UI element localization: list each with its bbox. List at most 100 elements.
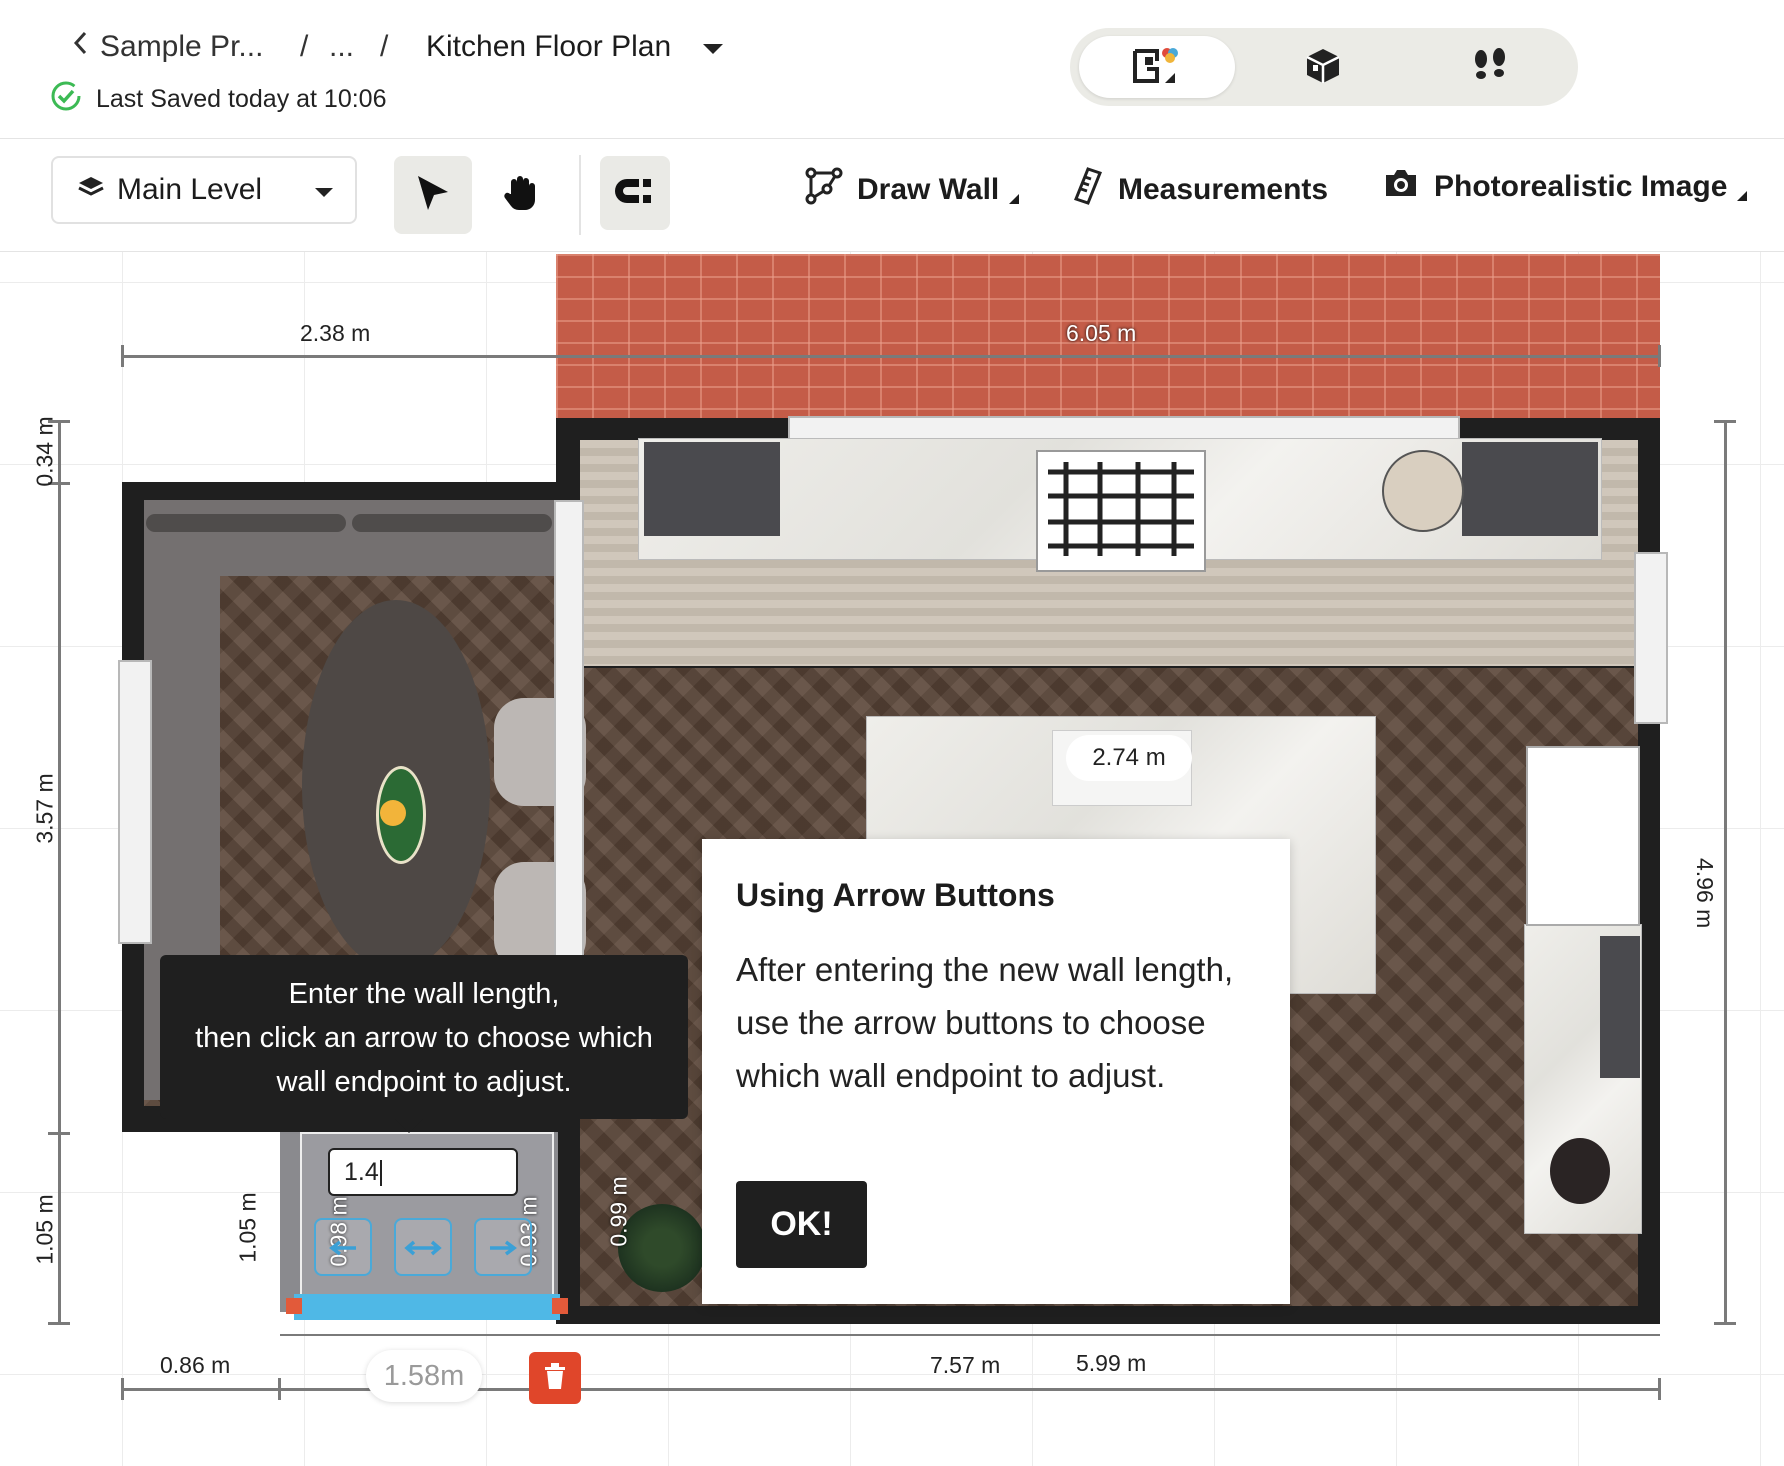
dimension-label-bottom-mid: 7.57 m [930, 1352, 1001, 1378]
wall-length-input[interactable]: 1.4 [328, 1148, 518, 1196]
cube-icon [1303, 45, 1343, 90]
hand-icon [503, 174, 539, 217]
photorealistic-image-button[interactable]: Photorealistic Image [1382, 167, 1748, 207]
layers-icon [77, 173, 105, 207]
dimension-label-top-left: 2.38 m [300, 320, 371, 346]
wall-dimension-c: 0.99 m [605, 1176, 632, 1247]
arrow-right-icon [488, 1230, 518, 1264]
dimension-label-left-mid: 3.57 m [31, 773, 58, 844]
caret-down-icon [314, 173, 334, 207]
check-circle-icon [50, 80, 82, 119]
dimension-tick [278, 1378, 281, 1400]
dimension-line [122, 355, 1660, 358]
delete-wall-button[interactable] [529, 1352, 581, 1404]
dimension-label-left-bottom: 1.05 m [31, 1194, 58, 1265]
dimension-tick [1714, 1322, 1736, 1325]
plan-title[interactable]: Kitchen Floor Plan [426, 30, 725, 64]
pan-tool-button[interactable] [482, 156, 560, 234]
window [1634, 552, 1668, 724]
submenu-indicator-icon [1737, 191, 1748, 201]
breadcrumb-separator: / [380, 30, 389, 63]
dimension-tick [48, 1132, 70, 1135]
island-dimension-label: 2.74 m [1066, 735, 1192, 781]
tooltip-line: then click an arrow to choose which [195, 1022, 653, 1054]
level-select-label: Main Level [117, 173, 263, 206]
breadcrumb-separator: / [300, 30, 309, 63]
round-cutting-board [1382, 450, 1464, 532]
breadcrumb-ellipsis[interactable]: ... [329, 30, 354, 64]
cabinet-dark [1462, 442, 1598, 536]
footprints-icon [1470, 45, 1510, 90]
text-cursor [379, 1160, 382, 1187]
help-card-ok-button[interactable]: OK! [736, 1181, 867, 1268]
breadcrumb-back[interactable]: Sample Pr... [72, 30, 263, 64]
dimension-tick [1714, 420, 1736, 423]
arrow-left-icon [328, 1230, 358, 1264]
photorealistic-image-label: Photorealistic Image [1434, 170, 1728, 203]
dimension-line [58, 420, 61, 1324]
adjust-both-endpoints-button[interactable] [394, 1218, 452, 1276]
dimension-tick [1658, 345, 1661, 367]
dimension-tick [48, 1322, 70, 1325]
cooktop-grates-icon [1048, 462, 1194, 556]
view-3d-button[interactable] [1245, 36, 1401, 98]
dimension-tick [1658, 1378, 1661, 1400]
trash-icon [543, 1362, 567, 1395]
measurements-button[interactable]: Measurements [1072, 167, 1328, 213]
caret-down-icon[interactable] [701, 30, 725, 64]
submenu-indicator-icon [1009, 194, 1020, 204]
partition-wall [554, 500, 584, 964]
dimension-tick [121, 1378, 124, 1400]
wall-length-tooltip: Enter the wall length, then click an arr… [160, 955, 688, 1133]
measurements-label: Measurements [1118, 173, 1329, 206]
header: Sample Pr... / ... / Kitchen Floor Plan … [0, 0, 1784, 139]
save-status-text: Last Saved today at 10:06 [96, 85, 387, 113]
help-card: Using Arrow Buttons After entering the n… [702, 839, 1290, 1304]
dimension-label-right: 4.96 m [1692, 858, 1718, 929]
window [118, 660, 152, 944]
select-tool-button[interactable] [394, 156, 472, 234]
cabinet-dark [644, 442, 780, 536]
dimension-label-top-right: 6.05 m [1066, 320, 1137, 346]
dimension-label-bottom-right: 5.99 m [1076, 1350, 1147, 1376]
banquette-cushion [146, 514, 346, 532]
bar-stool [1550, 1138, 1610, 1204]
wall-length-value: 1.4 [344, 1158, 379, 1186]
toolbar: Main Level Draw Wall Measurements Photor… [0, 139, 1784, 252]
wall-dimension-left: 1.05 m [234, 1192, 261, 1263]
toolbar-divider [579, 155, 581, 235]
wall-endpoint-handle[interactable] [552, 1298, 568, 1314]
camera-icon [1382, 167, 1420, 207]
dimension-line [122, 1388, 1660, 1391]
view-2d-button[interactable] [1079, 36, 1235, 98]
refrigerator [1526, 746, 1640, 926]
dimension-tick [121, 345, 124, 367]
adjust-left-endpoint-button[interactable] [314, 1218, 372, 1276]
selected-wall-highlight [294, 1294, 560, 1320]
draw-wall-icon [805, 167, 843, 213]
view-mode-switch [1070, 28, 1578, 106]
dimension-line [280, 1334, 1660, 1336]
dimension-label-bottom-left: 0.86 m [160, 1352, 231, 1378]
breadcrumb-project[interactable]: Sample Pr... [100, 30, 263, 64]
level-select[interactable]: Main Level [51, 156, 357, 224]
tooltip-line: wall endpoint to adjust. [276, 1066, 572, 1098]
selected-wall-length-badge: 1.58m [366, 1350, 482, 1402]
draw-wall-button[interactable]: Draw Wall [805, 167, 1020, 213]
ruler-icon [1072, 167, 1104, 213]
chevron-left-icon [72, 30, 88, 64]
help-card-body: After entering the new wall length, use … [736, 951, 1234, 1094]
floorplan-icon [1131, 43, 1183, 92]
plan-title-label: Kitchen Floor Plan [426, 30, 672, 63]
chandelier-bulb [380, 800, 406, 826]
dimension-line [1724, 420, 1727, 1324]
tooltip-line: Enter the wall length, [288, 978, 560, 1010]
wall-endpoint-handle[interactable] [286, 1298, 302, 1314]
banquette-cushion [352, 514, 552, 532]
draw-wall-label: Draw Wall [857, 173, 1000, 206]
snap-magnet-button[interactable] [600, 156, 670, 230]
adjust-right-endpoint-button[interactable] [474, 1218, 532, 1276]
arrows-both-icon [404, 1230, 442, 1264]
view-walkthrough-button[interactable] [1412, 36, 1568, 98]
pointer-arrow-icon [414, 174, 452, 217]
